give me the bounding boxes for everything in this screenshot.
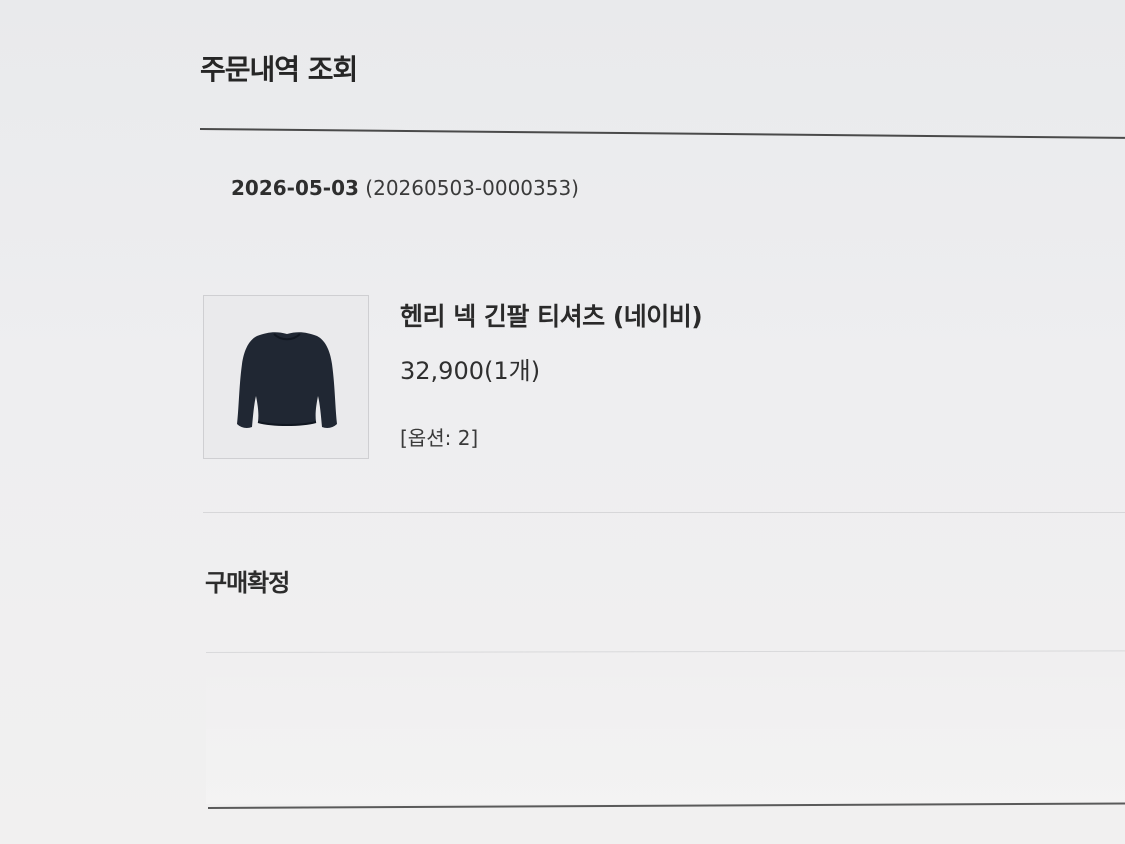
- purchase-confirmation-content: [206, 654, 1125, 804]
- purchase-confirmation-divider: [205, 650, 1125, 653]
- product-thumbnail[interactable]: [203, 295, 369, 459]
- order-header: 2026-05-03 (20260503-0000353): [231, 176, 579, 200]
- page-title: 주문내역 조회: [200, 53, 358, 86]
- order-item-divider: [203, 512, 1125, 513]
- product-price-quantity: 32,900(1개): [400, 357, 541, 385]
- title-divider: [199, 128, 1125, 139]
- product-name[interactable]: 헨리 넥 긴팔 티셔츠 (네이비): [400, 297, 703, 333]
- order-number: (20260503-0000353): [365, 176, 579, 200]
- order-history-page: 주문내역 조회 2026-05-03 (20260503-0000353) 헨리…: [0, 0, 1125, 844]
- order-date: 2026-05-03: [231, 176, 359, 200]
- shirt-icon: [237, 332, 337, 428]
- purchase-confirmation-title: 구매확정: [205, 569, 290, 597]
- product-option: [옵션: 2]: [400, 426, 479, 450]
